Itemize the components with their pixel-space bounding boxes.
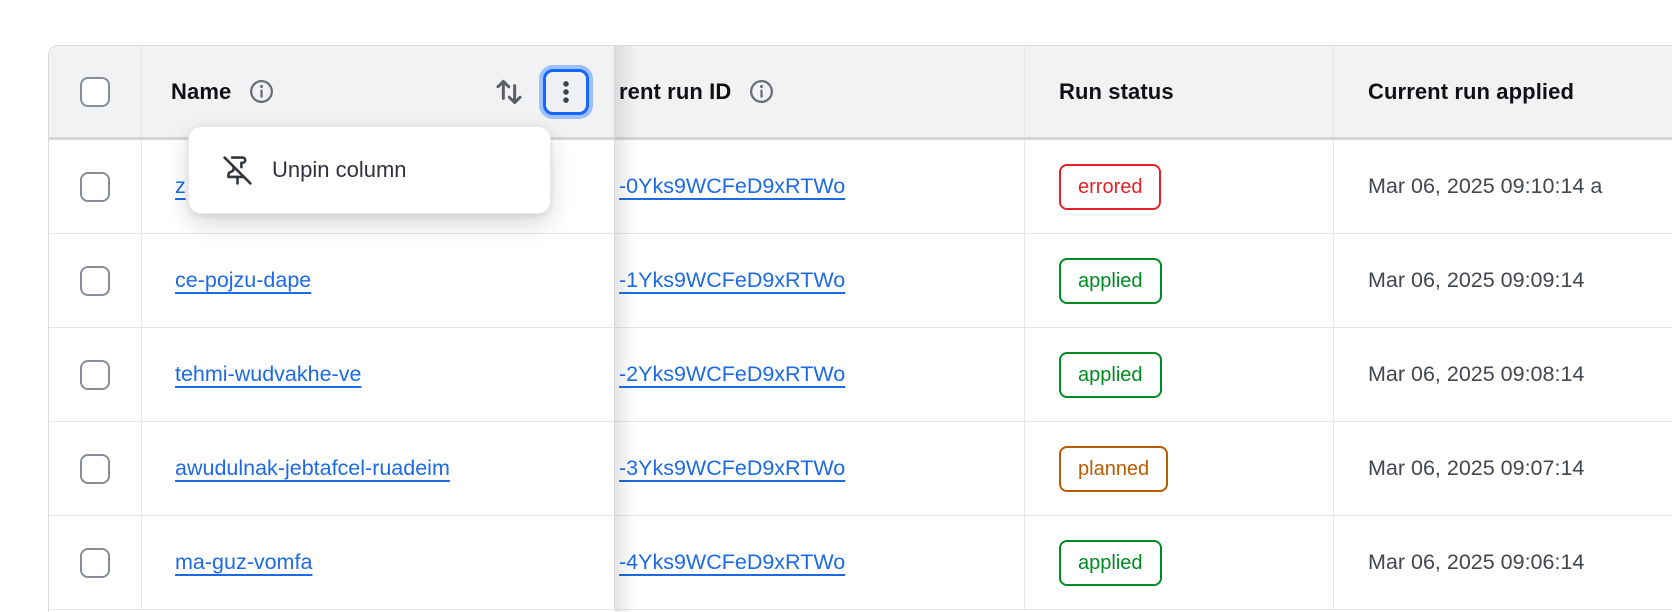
row-checkbox[interactable] xyxy=(80,548,110,578)
cell-run-id: -2Yks9WCFeD9xRTWo xyxy=(614,328,1024,421)
cell-run-status: applied xyxy=(1024,234,1333,327)
name-column-label: Name xyxy=(171,79,231,105)
current-run-applied-timestamp: Mar 06, 2025 09:09:14 xyxy=(1368,268,1584,293)
run-status-badge: errored xyxy=(1059,164,1161,210)
select-all-checkbox[interactable] xyxy=(80,77,110,107)
row-checkbox[interactable] xyxy=(80,360,110,390)
cell-run-status: applied xyxy=(1024,328,1333,421)
info-icon[interactable] xyxy=(748,78,775,105)
current-run-applied-timestamp: Mar 06, 2025 09:07:14 xyxy=(1368,456,1584,481)
current-run-id-column-label: rent run ID xyxy=(619,79,731,105)
cell-current-run-applied: Mar 06, 2025 09:10:14 a xyxy=(1333,140,1672,233)
table-row: ce-pojzu-dape -1Yks9WCFeD9xRTWo applied … xyxy=(49,234,1672,328)
info-icon[interactable] xyxy=(248,78,275,105)
cell-run-id: -1Yks9WCFeD9xRTWo xyxy=(614,234,1024,327)
header-cell-name: Name xyxy=(141,46,614,137)
workspace-name-link[interactable]: tehmi-wudvakhe-ve xyxy=(175,362,361,387)
row-checkbox[interactable] xyxy=(80,172,110,202)
menu-item-unpin-column[interactable]: Unpin column xyxy=(189,127,550,213)
run-status-badge: applied xyxy=(1059,352,1162,398)
cell-name: tehmi-wudvakhe-ve xyxy=(141,328,614,421)
run-id-link[interactable]: -3Yks9WCFeD9xRTWo xyxy=(619,456,845,481)
row-checkbox[interactable] xyxy=(80,266,110,296)
run-status-badge: planned xyxy=(1059,446,1168,492)
menu-item-label: Unpin column xyxy=(272,157,407,183)
cell-select xyxy=(49,516,141,609)
kebab-menu-icon xyxy=(551,77,581,107)
cell-current-run-applied: Mar 06, 2025 09:07:14 xyxy=(1333,422,1672,515)
table-row: awudulnak-jebtafcel-ruadeim -3Yks9WCFeD9… xyxy=(49,422,1672,516)
run-id-link[interactable]: -4Yks9WCFeD9xRTWo xyxy=(619,550,845,575)
table-row: tehmi-wudvakhe-ve -2Yks9WCFeD9xRTWo appl… xyxy=(49,328,1672,422)
cell-select xyxy=(49,328,141,421)
workspace-name-link[interactable]: ce-pojzu-dape xyxy=(175,268,311,293)
cell-current-run-applied: Mar 06, 2025 09:09:14 xyxy=(1333,234,1672,327)
cell-run-status: planned xyxy=(1024,422,1333,515)
cell-run-id: -4Yks9WCFeD9xRTWo xyxy=(614,516,1024,609)
workspace-name-link[interactable]: z xyxy=(175,174,186,199)
cell-run-status: applied xyxy=(1024,516,1333,609)
current-run-applied-timestamp: Mar 06, 2025 09:08:14 xyxy=(1368,362,1584,387)
workspace-name-link[interactable]: awudulnak-jebtafcel-ruadeim xyxy=(175,456,450,481)
run-id-link[interactable]: -1Yks9WCFeD9xRTWo xyxy=(619,268,845,293)
header-cell-select-all xyxy=(49,46,141,137)
cell-select xyxy=(49,140,141,233)
cell-run-id: -0Yks9WCFeD9xRTWo xyxy=(614,140,1024,233)
cell-run-status: errored xyxy=(1024,140,1333,233)
cell-name: ce-pojzu-dape xyxy=(141,234,614,327)
header-cell-current-run-applied: Current run applied xyxy=(1333,46,1672,137)
current-run-applied-timestamp: Mar 06, 2025 09:10:14 a xyxy=(1368,174,1602,199)
row-checkbox[interactable] xyxy=(80,454,110,484)
current-run-applied-timestamp: Mar 06, 2025 09:06:14 xyxy=(1368,550,1584,575)
current-run-applied-column-label: Current run applied xyxy=(1368,79,1574,105)
header-cell-run-status: Run status xyxy=(1024,46,1333,137)
column-menu-popover: Unpin column xyxy=(188,126,551,214)
run-status-column-label: Run status xyxy=(1059,79,1174,105)
workspace-name-link[interactable]: ma-guz-vomfa xyxy=(175,550,312,575)
cell-current-run-applied: Mar 06, 2025 09:08:14 xyxy=(1333,328,1672,421)
cell-select xyxy=(49,234,141,327)
cell-current-run-applied: Mar 06, 2025 09:06:14 xyxy=(1333,516,1672,609)
cell-name: awudulnak-jebtafcel-ruadeim xyxy=(141,422,614,515)
run-id-link[interactable]: -2Yks9WCFeD9xRTWo xyxy=(619,362,845,387)
header-cell-current-run-id: rent run ID xyxy=(614,46,1024,137)
unpin-icon xyxy=(222,155,253,186)
column-options-button[interactable] xyxy=(543,69,589,115)
cell-name: ma-guz-vomfa xyxy=(141,516,614,609)
sort-arrows-icon[interactable] xyxy=(492,75,526,109)
run-id-link[interactable]: -0Yks9WCFeD9xRTWo xyxy=(619,174,845,199)
cell-run-id: -3Yks9WCFeD9xRTWo xyxy=(614,422,1024,515)
run-status-badge: applied xyxy=(1059,258,1162,304)
cell-select xyxy=(49,422,141,515)
table-row: ma-guz-vomfa -4Yks9WCFeD9xRTWo applied M… xyxy=(49,516,1672,610)
run-status-badge: applied xyxy=(1059,540,1162,586)
